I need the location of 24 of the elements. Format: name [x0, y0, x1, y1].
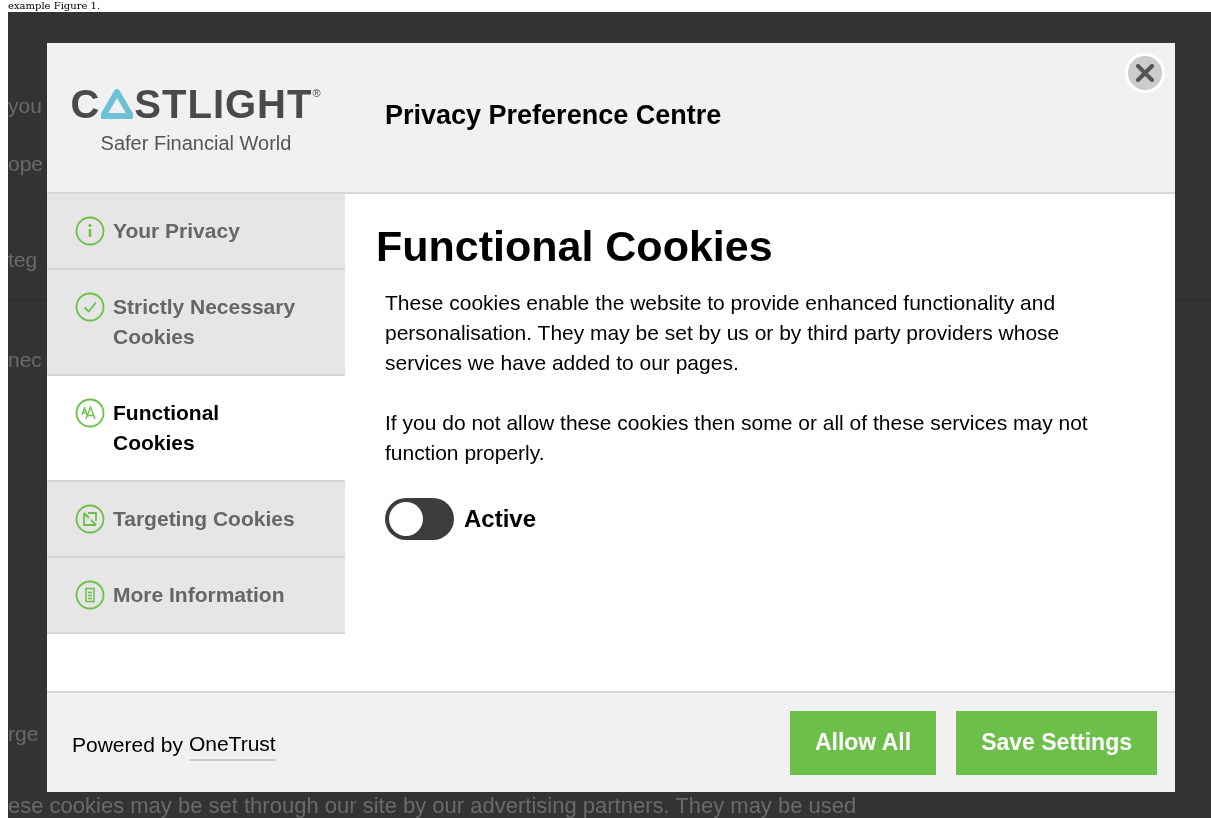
logo-wordmark: STLIGHT — [134, 81, 313, 126]
logo-tagline: Safer Financial World — [100, 130, 292, 156]
info-icon — [75, 216, 105, 246]
letters-icon — [75, 398, 105, 428]
powered-by-text: Powered by — [72, 731, 183, 758]
toggle-switch[interactable] — [385, 498, 454, 540]
section-heading: Functional Cookies — [376, 221, 774, 272]
sidebar-tab[interactable]: Your Privacy — [47, 194, 345, 270]
description-text: These cookies enable the website to provide enhanced functionality and personalisation. They may be set by us or by third party providers whose services we have added to our pages. — [385, 290, 1061, 376]
sidebar-tab[interactable]: Targeting Cookies — [47, 482, 345, 558]
close-button[interactable] — [1125, 53, 1165, 93]
sidebar-tab[interactable]: Strictly Necessary Cookies — [47, 270, 345, 376]
caption-text: example Figure 1. — [8, 0, 102, 12]
close-icon — [1136, 64, 1154, 82]
sidebar-tab[interactable]: More Information — [47, 558, 345, 634]
logo-wordmark: C — [70, 81, 101, 126]
dialog-title: Privacy Preference Centre — [385, 99, 722, 133]
description-text: If you do not allow these cookies then some or all of these services may not function properly. — [385, 410, 1089, 466]
onetrust-link[interactable]: OneTrust — [188, 727, 276, 762]
check-icon — [75, 292, 105, 322]
triangle-logo-icon — [101, 88, 134, 119]
registered-mark: ® — [312, 87, 322, 99]
toggle-label: Active — [464, 504, 537, 534]
document-icon — [75, 580, 105, 610]
